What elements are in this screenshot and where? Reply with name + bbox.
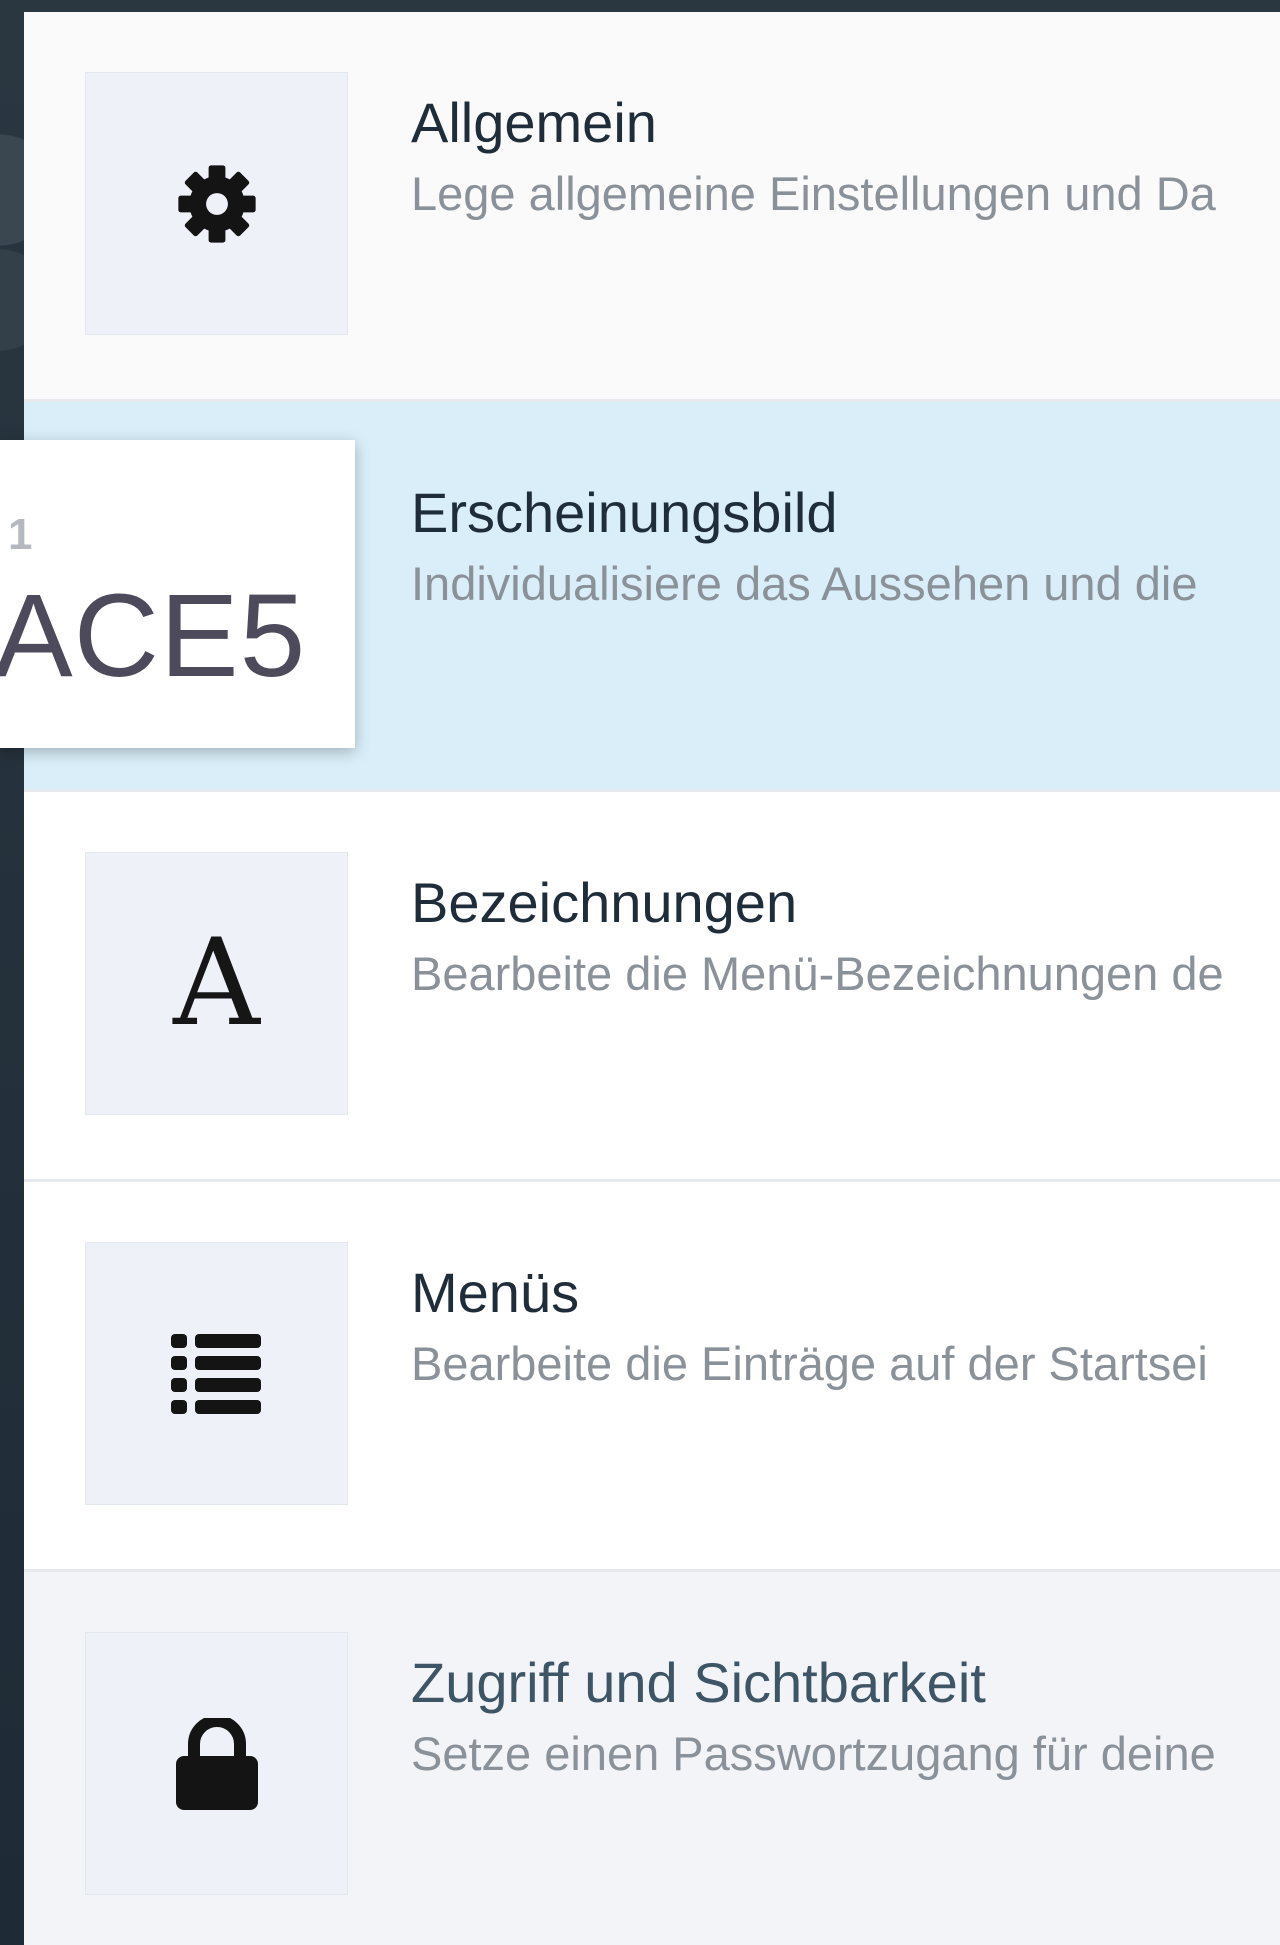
lock-icon	[175, 1717, 258, 1810]
icon-tile	[85, 72, 348, 335]
settings-item-menus[interactable]: Menüs Bearbeite die Einträge auf der Sta…	[24, 1182, 1280, 1572]
overlay-small-text: 1	[8, 510, 33, 559]
settings-item-title: Erscheinungsbild	[411, 481, 838, 544]
overlay-big-text: ACE5	[0, 570, 307, 702]
settings-item-description: Lege allgemeine Einstellungen und Da	[411, 167, 1216, 220]
settings-item-general[interactable]: Allgemein Lege allgemeine Einstellungen …	[24, 12, 1280, 402]
settings-item-title: Allgemein	[411, 91, 657, 154]
letter-a-icon: A	[173, 913, 260, 1053]
settings-item-description: Individualisiere das Aussehen und die	[411, 557, 1198, 610]
settings-item-title: Menüs	[411, 1261, 580, 1324]
icon-tile	[85, 1632, 348, 1895]
icon-tile: A	[85, 852, 348, 1115]
icon-tile	[85, 1242, 348, 1505]
list-icon	[170, 1333, 261, 1414]
settings-list: Allgemein Lege allgemeine Einstellungen …	[24, 12, 1280, 1945]
gear-icon	[177, 164, 256, 243]
settings-item-description: Bearbeite die Einträge auf der Startsei	[411, 1337, 1208, 1390]
settings-item-description: Setze einen Passwortzugang für deine	[411, 1727, 1216, 1780]
settings-item-labels[interactable]: A Bezeichnungen Bearbeite die Menü-Bezei…	[24, 792, 1280, 1182]
settings-item-title: Bezeichnungen	[411, 871, 798, 934]
settings-item-description: Bearbeite die Menü-Bezeichnungen de	[411, 947, 1224, 1000]
settings-item-title: Zugriff und Sichtbarkeit	[411, 1651, 986, 1714]
settings-item-access[interactable]: Zugriff und Sichtbarkeit Setze einen Pas…	[24, 1572, 1280, 1945]
overlay-preview-card: 1 ACE5	[0, 440, 355, 748]
